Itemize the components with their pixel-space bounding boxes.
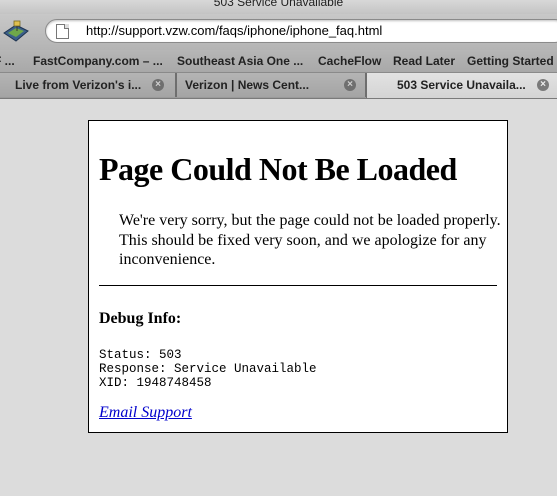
- debug-response: Response: Service Unavailable: [99, 362, 317, 376]
- tab-label: Live from Verizon's i...: [15, 78, 142, 92]
- page-icon: [56, 24, 69, 39]
- network-icon[interactable]: [2, 19, 32, 45]
- page-content: Page Could Not Be Loaded We're very sorr…: [0, 99, 557, 496]
- bookmark-item[interactable]: FastCompany.com – ...: [33, 54, 163, 68]
- bookmark-item[interactable]: F ...: [0, 54, 15, 68]
- tab-label: Verizon | News Cent...: [185, 78, 310, 92]
- close-icon[interactable]: ×: [152, 79, 164, 91]
- tab-label: 503 Service Unavaila...: [397, 78, 526, 92]
- debug-status: Status: 503: [99, 348, 182, 362]
- divider: [99, 285, 497, 286]
- tab-bar: Live from Verizon's i... × Verizon | New…: [0, 73, 557, 99]
- debug-info: Status: 503 Response: Service Unavailabl…: [99, 348, 317, 390]
- error-message: We're very sorry, but the page could not…: [119, 212, 501, 268]
- debug-xid: XID: 1948748458: [99, 376, 212, 390]
- tab-503-service[interactable]: 503 Service Unavaila... ×: [366, 73, 557, 98]
- email-support-link[interactable]: Email Support: [99, 404, 192, 422]
- window-titlebar: 503 Service Unavailable: [0, 0, 557, 14]
- tab-live-from-verizon[interactable]: Live from Verizon's i... ×: [0, 73, 176, 97]
- bookmarks-bar: F ... FastCompany.com – ... Southeast As…: [0, 50, 557, 73]
- page-title: Page Could Not Be Loaded: [99, 151, 457, 187]
- bookmark-item[interactable]: CacheFlow: [318, 54, 381, 68]
- close-icon[interactable]: ×: [537, 79, 549, 91]
- bookmark-item[interactable]: Getting Started: [467, 54, 554, 68]
- window-title: 503 Service Unavailable: [213, 0, 344, 9]
- address-bar[interactable]: http://support.vzw.com/faqs/iphone/iphon…: [45, 19, 557, 43]
- bookmark-item[interactable]: Southeast Asia One ...: [177, 54, 303, 68]
- close-icon[interactable]: ×: [344, 79, 356, 91]
- error-box: Page Could Not Be Loaded We're very sorr…: [88, 120, 508, 433]
- tab-verizon-news[interactable]: Verizon | News Cent... ×: [176, 73, 366, 97]
- bookmark-item[interactable]: Read Later: [393, 54, 455, 68]
- debug-heading: Debug Info:: [99, 310, 182, 327]
- url-text[interactable]: http://support.vzw.com/faqs/iphone/iphon…: [86, 23, 382, 38]
- browser-toolbar: http://support.vzw.com/faqs/iphone/iphon…: [0, 14, 557, 50]
